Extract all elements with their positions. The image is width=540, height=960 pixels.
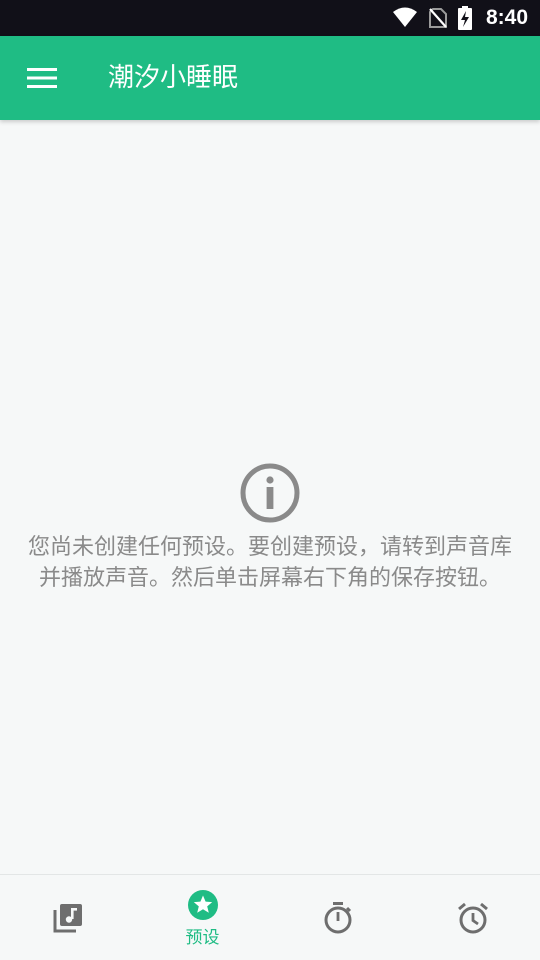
nav-item-timer[interactable]	[270, 875, 405, 960]
nav-item-library[interactable]	[0, 875, 135, 960]
hamburger-menu-icon	[27, 68, 57, 88]
app-title: 潮汐小睡眠	[108, 63, 239, 93]
bottom-navigation: 预设	[0, 874, 540, 960]
nav-label-presets: 预设	[185, 927, 220, 948]
star-circle-icon	[187, 889, 218, 920]
no-sim-icon	[428, 8, 447, 28]
battery-charging-icon	[457, 6, 472, 30]
nav-item-alarm[interactable]	[405, 875, 540, 960]
menu-button[interactable]	[22, 60, 62, 96]
empty-state-message: 您尚未创建任何预设。要创建预设，请转到声音库并播放声音。然后单击屏幕右下角的保存…	[27, 535, 512, 591]
status-icons: 8:40	[392, 0, 528, 36]
wifi-icon	[392, 7, 417, 27]
info-icon	[240, 463, 300, 523]
app-bar: 潮汐小睡眠	[0, 36, 540, 120]
status-time: 8:40	[485, 6, 528, 29]
stopwatch-icon	[324, 902, 351, 934]
empty-state: 您尚未创建任何预设。要创建预设，请转到声音库并播放声音。然后单击屏幕右下角的保存…	[20, 462, 520, 594]
nav-item-presets[interactable]: 预设	[135, 875, 270, 960]
alarm-clock-icon	[457, 902, 488, 934]
status-bar: 8:40	[0, 0, 540, 36]
music-library-icon	[53, 904, 82, 933]
